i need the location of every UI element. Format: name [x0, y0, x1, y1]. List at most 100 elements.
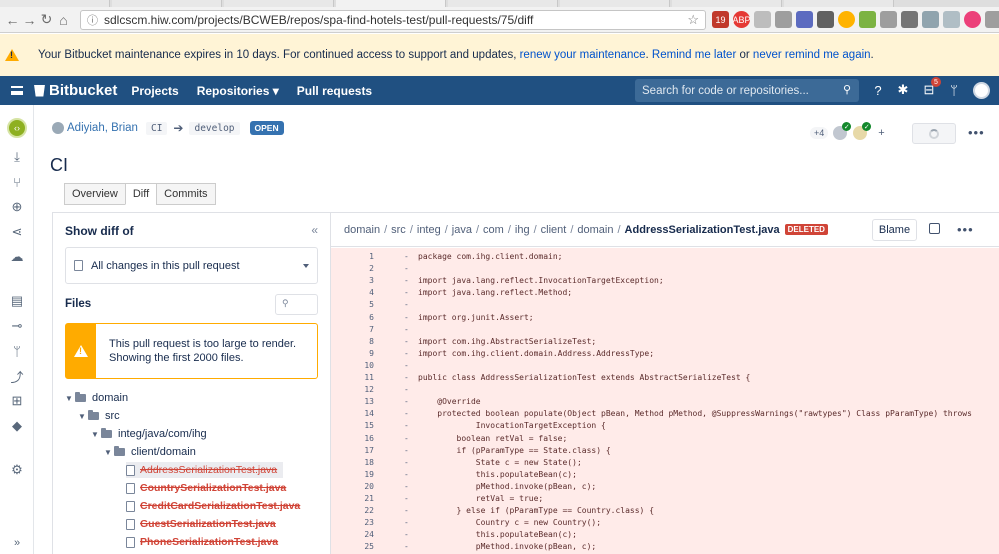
line-number[interactable]: 16: [331, 433, 374, 445]
extension-icon[interactable]: [838, 11, 855, 28]
line-number[interactable]: 7: [331, 324, 374, 336]
tag-icon[interactable]: ◆: [9, 418, 25, 434]
more-options-icon[interactable]: •••: [957, 222, 974, 237]
pr-author[interactable]: Adiyiah, Brian: [67, 122, 138, 134]
diff-line[interactable]: 21 - retVal = true;: [331, 493, 999, 505]
calendar-extension-icon[interactable]: 19: [712, 11, 729, 28]
diff-line[interactable]: 17 - if (pParamType == State.class) {: [331, 445, 999, 457]
renew-maintenance-link[interactable]: renew your maintenance: [520, 49, 646, 61]
search-input[interactable]: Search for code or repositories... ⚲: [635, 79, 859, 102]
line-number[interactable]: 4: [331, 287, 374, 299]
diff-line[interactable]: 13 - @Override: [331, 396, 999, 408]
line-number[interactable]: 23: [331, 517, 374, 529]
diff-line[interactable]: 15 - InvocationTargetException {: [331, 420, 999, 432]
line-number[interactable]: 8: [331, 336, 374, 348]
sync-icon[interactable]: ☁: [9, 249, 25, 265]
browser-tab[interactable]: [112, 0, 222, 7]
help-icon[interactable]: ?: [869, 81, 887, 99]
reviewer-avatar[interactable]: ✓: [832, 122, 852, 141]
source-branch[interactable]: CI: [145, 121, 168, 135]
extension-icon[interactable]: [964, 11, 981, 28]
line-number[interactable]: 24: [331, 529, 374, 541]
extension-icon[interactable]: [943, 11, 960, 28]
line-number[interactable]: 9: [331, 348, 374, 360]
tree-folder[interactable]: ▼ client/domain: [104, 444, 196, 460]
breadcrumb-segment[interactable]: domain: [344, 224, 380, 236]
extension-icon[interactable]: [922, 11, 939, 28]
breadcrumb-segment[interactable]: integ: [417, 224, 441, 236]
tree-file-selected[interactable]: AddressSerializationTest.java: [126, 462, 284, 478]
add-comment-icon[interactable]: [929, 223, 940, 234]
line-number[interactable]: 10: [331, 360, 374, 372]
extension-icon[interactable]: [775, 11, 792, 28]
breadcrumb-segment[interactable]: com: [483, 224, 504, 236]
user-avatar[interactable]: [973, 82, 990, 99]
author-avatar[interactable]: [52, 122, 64, 134]
diff-line[interactable]: 11 - public class AddressSerializationTest…: [331, 372, 999, 384]
line-number[interactable]: 1: [331, 251, 374, 263]
diff-line[interactable]: 6 - import org.junit.Assert;: [331, 312, 999, 324]
line-number[interactable]: 13: [331, 396, 374, 408]
browser-tab[interactable]: [0, 0, 110, 7]
address-bar[interactable]: ⓘ sdlcscm.hiw.com/projects/BCWEB/repos/s…: [80, 10, 706, 30]
line-number[interactable]: 22: [331, 505, 374, 517]
nav-repositories[interactable]: Repositories ▾: [197, 84, 279, 98]
line-number[interactable]: 17: [331, 445, 374, 457]
back-icon[interactable]: ←: [4, 10, 21, 30]
tab-commits[interactable]: Commits: [156, 183, 216, 205]
reload-icon[interactable]: ↻: [38, 10, 55, 30]
forward-icon[interactable]: →: [21, 10, 38, 30]
breadcrumb-segment[interactable]: domain: [577, 224, 613, 236]
nav-pull-requests[interactable]: Pull requests: [297, 84, 372, 98]
diff-line[interactable]: 12 -: [331, 384, 999, 396]
diff-line[interactable]: 14 - protected boolean populate(Object pB…: [331, 408, 999, 420]
tab-overview[interactable]: Overview: [64, 183, 126, 205]
browser-tab[interactable]: [784, 0, 894, 7]
bitbucket-logo[interactable]: Bitbucket: [34, 82, 117, 99]
never-remind-link[interactable]: never remind me again: [753, 49, 871, 61]
approve-button[interactable]: [912, 123, 956, 144]
branch-icon[interactable]: ᛘ: [945, 81, 963, 99]
extension-icon[interactable]: [859, 11, 876, 28]
tree-folder[interactable]: ▼ src: [78, 408, 120, 424]
blame-button[interactable]: Blame: [872, 219, 917, 241]
line-number[interactable]: 12: [331, 384, 374, 396]
diff-line[interactable]: 24 - this.populateBean(c);: [331, 529, 999, 541]
nav-projects[interactable]: Projects: [131, 84, 178, 98]
diff-line[interactable]: 3 - import java.lang.reflect.InvocationTar…: [331, 275, 999, 287]
more-actions-icon[interactable]: •••: [968, 125, 985, 140]
breadcrumb-segment[interactable]: java: [452, 224, 472, 236]
line-number[interactable]: 21: [331, 493, 374, 505]
line-number[interactable]: 11: [331, 372, 374, 384]
inbox-icon[interactable]: ⊟ 5: [920, 77, 941, 99]
remind-later-link[interactable]: Remind me later: [652, 49, 736, 61]
extension-icon[interactable]: [817, 11, 834, 28]
gear-icon[interactable]: ✱: [894, 81, 912, 99]
tree-file[interactable]: GuestSerializationTest.java: [126, 516, 276, 532]
diff-line[interactable]: 19 - this.populateBean(c);: [331, 469, 999, 481]
adblock-extension-icon[interactable]: ABP: [733, 11, 751, 28]
line-number[interactable]: 19: [331, 469, 374, 481]
line-number[interactable]: 2: [331, 263, 374, 275]
tree-file[interactable]: CreditCardSerializationTest.java: [126, 498, 300, 514]
browser-tab-active[interactable]: [336, 0, 446, 7]
create-pull-request-icon[interactable]: ⊕: [9, 199, 25, 215]
line-number[interactable]: 18: [331, 457, 374, 469]
tree-folder[interactable]: ▼ integ/java/com/ihg: [91, 426, 207, 442]
reviewer-overflow-count[interactable]: +4: [810, 127, 829, 139]
target-branch[interactable]: develop: [189, 121, 240, 135]
breadcrumb-segment[interactable]: src: [391, 224, 406, 236]
extension-icon[interactable]: [985, 11, 999, 28]
diff-line[interactable]: 18 - State c = new State();: [331, 457, 999, 469]
pull-requests-icon[interactable]: ⊞: [9, 393, 25, 409]
create-branch-icon[interactable]: ⑂: [9, 174, 25, 190]
menu-icon[interactable]: [0, 86, 34, 95]
source-icon[interactable]: ▤: [9, 293, 25, 309]
breadcrumb-segment[interactable]: client: [541, 224, 567, 236]
diff-line[interactable]: 7-: [331, 324, 999, 336]
search-icon[interactable]: ⚲: [843, 83, 851, 96]
branches-icon[interactable]: ᛘ: [9, 343, 25, 359]
extension-icon[interactable]: [796, 11, 813, 28]
diff-line[interactable]: 10 -: [331, 360, 999, 372]
line-number[interactable]: 25: [331, 541, 374, 553]
